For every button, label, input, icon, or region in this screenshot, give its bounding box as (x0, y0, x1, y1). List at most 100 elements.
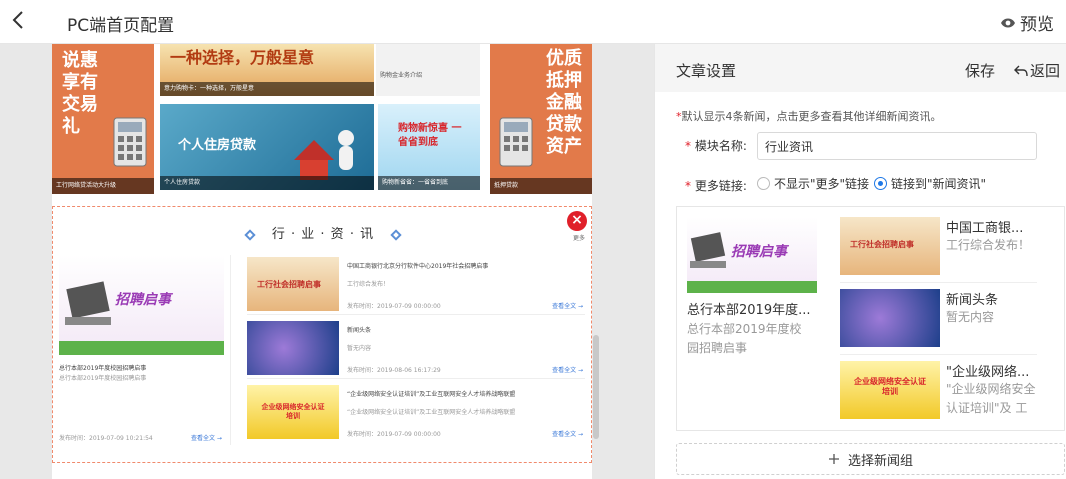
preview-list-item[interactable]: 新闻头条 暂无内容 (840, 289, 1037, 355)
canvas-scrollbar[interactable] (593, 335, 599, 439)
article-list: 工行社会招聘启事 中国工商银行北京分行软件中心2019年社会招聘启事 工行综合发… (247, 255, 585, 445)
page-title: PC端首页配置 (67, 16, 175, 36)
plus-icon (828, 454, 839, 464)
preview-list-item-title: "企业级网络... (946, 365, 1030, 380)
editor-canvas: 说惠享有交易礼 工行网络贷活动大升级 一种选择，万般星意 意力购物卡：一种选择，… (0, 44, 654, 479)
banner-tile-3-text: 购物新惊喜 一省省到底 (398, 123, 462, 148)
banner-tile-1-caption: 意力购物卡：一种选择，万般星意 (160, 82, 374, 96)
list-item-date: 发布时间：2019-08-06 16:17:29 (347, 367, 441, 374)
list-item-date: 发布时间：2019-07-09 00:00:00 (347, 303, 441, 310)
house-figure-icon (294, 130, 354, 180)
left-banner[interactable]: 说惠享有交易礼 工行网络贷活动大升级 (52, 44, 154, 194)
required-star: * (685, 179, 691, 193)
preview-label: 预览 (1020, 15, 1054, 35)
save-button[interactable]: 保存 (965, 60, 995, 81)
required-star: * (685, 139, 691, 153)
list-item-read-more-link[interactable]: 查看全文 → (552, 301, 583, 310)
banner-tile-4-caption: 购物金业务介绍 (380, 72, 423, 79)
featured-title: 总行本部2019年度校园招聘启事 (59, 365, 147, 372)
city-skyline (59, 341, 224, 355)
featured-article[interactable]: 招聘启事 总行本部2019年度校园招聘启事 总行本部2019年度校园招聘启事 发… (59, 255, 231, 445)
list-item-image: 工行社会招聘启事 (247, 257, 339, 311)
page-preview: 说惠享有交易礼 工行网络贷活动大升级 一种选择，万般星意 意力购物卡：一种选择，… (52, 44, 592, 479)
list-item-read-more-link[interactable]: 查看全文 → (552, 429, 583, 438)
preview-list-item-summary: "企业级网络安全认证培训"及 工 (946, 382, 1036, 415)
preview-list-item-banner-text: 工行社会招聘启事 (850, 240, 914, 249)
calculator-icon (113, 117, 147, 167)
list-item-summary: 暂无内容 (347, 345, 372, 352)
hint-message: 默认显示4条新闻，点击更多查看其他详细新闻资讯。 (681, 110, 942, 123)
laptop-icon (65, 281, 111, 325)
preview-list-item-image: 工行社会招聘启事 (840, 217, 940, 275)
banner-tile-3[interactable]: 购物新惊喜 一省省到底 购物新省省：一省省到底 (378, 104, 480, 190)
banner-tile-1-text: 一种选择，万般星意 (170, 48, 315, 67)
preview-button[interactable]: 预览 (1000, 10, 1054, 35)
preview-list-item[interactable]: 企业级网络安全认证培训 "企业级网络... "企业级网络安全认证培训"及 工 (840, 361, 1037, 425)
top-banner-area: 说惠享有交易礼 工行网络贷活动大升级 一种选择，万般星意 意力购物卡：一种选择，… (52, 44, 592, 194)
module-title: 行 · 业 · 资 · 讯 (53, 223, 593, 242)
select-news-group-label: 选择新闻组 (847, 453, 913, 469)
diamond-icon (244, 228, 256, 241)
banner-tile-1[interactable]: 一种选择，万般星意 意力购物卡：一种选择，万般星意 (160, 44, 374, 96)
more-link-label: * 更多链接: (685, 177, 747, 194)
module-title-text: 行 · 业 · 资 · 讯 (271, 227, 375, 242)
return-button[interactable]: 返回 (1014, 60, 1060, 81)
preview-list-item-image (840, 289, 940, 347)
banner-tile-2-caption: 个人住房贷款 (160, 176, 374, 190)
preview-featured-title: 总行本部2019年度... (687, 303, 811, 318)
calculator-icon (499, 117, 533, 167)
module-name-label-text: 模块名称: (694, 139, 747, 153)
module-preview-box: 招聘启事 总行本部2019年度... 总行本部2019年度校园招聘启事 工行社会… (676, 206, 1065, 431)
list-item-banner-text: 企业级网络安全认证培训 (261, 403, 325, 420)
panel-header: 文章设置 保存 返回 (655, 44, 1066, 92)
banner-tile-2-text: 个人住房贷款 (178, 138, 257, 153)
banner-tile-4[interactable]: 购物金业务介绍 (376, 44, 480, 96)
radio-unchecked-icon (757, 177, 770, 190)
featured-summary: 总行本部2019年度校园招聘启事 (59, 375, 147, 382)
list-item-summary: 工行综合发布！ (347, 281, 390, 288)
top-bar: PC端首页配置 预览 (0, 0, 1066, 44)
right-banner-text: 优质抵押金融贷款资产 (546, 48, 582, 157)
eye-icon (1001, 18, 1015, 27)
diamond-icon (390, 228, 402, 241)
close-icon[interactable]: × (567, 211, 587, 231)
list-item[interactable]: 新闻头条 暂无内容 发布时间：2019-08-06 16:17:29 查看全文 … (247, 319, 585, 379)
preview-list-item-title: 新闻头条 (946, 293, 999, 308)
featured-read-more-link[interactable]: 查看全文 → (191, 433, 222, 442)
list-item[interactable]: 企业级网络安全认证培训 “企业级网络安全认证培训”及工业互联网安全人才培养战略联… (247, 383, 585, 443)
back-arrow-icon[interactable] (8, 9, 30, 31)
list-item-read-more-link[interactable]: 查看全文 → (552, 365, 583, 374)
article-settings-panel: 文章设置 保存 返回 *默认显示4条新闻，点击更多查看其他详细新闻资讯。 * 模… (654, 44, 1066, 479)
module-more-link[interactable]: 更多 (573, 233, 585, 242)
radio-hide-more[interactable]: 不显示"更多"链接 (757, 175, 869, 192)
list-item[interactable]: 工行社会招聘启事 中国工商银行北京分行软件中心2019年社会招聘启事 工行综合发… (247, 255, 585, 315)
city-skyline (687, 281, 817, 293)
list-item-title: 中国工商银行北京分行软件中心2019年社会招聘启事 (347, 263, 489, 270)
preview-list-item-summary: 工行综合发布！ (946, 238, 1031, 252)
list-item-image (247, 321, 339, 375)
right-banner[interactable]: 优质抵押金融贷款资产 抵押贷款 (490, 44, 592, 194)
banner-tile-3-caption: 购物新省省：一省省到底 (378, 176, 480, 190)
select-news-group-button[interactable]: 选择新闻组 (676, 443, 1065, 475)
undo-arrow-icon (1014, 65, 1028, 76)
module-name-label: * 模块名称: (685, 137, 747, 154)
industry-news-module[interactable]: 行 · 业 · 资 · 讯 × 更多 招聘启事 总行本部2019年度校园招聘启事… (52, 206, 592, 463)
radio-checked-icon (874, 177, 887, 190)
hint-text: *默认显示4条新闻，点击更多查看其他详细新闻资讯。 (676, 108, 942, 124)
preview-featured-image: 招聘启事 (687, 217, 817, 293)
list-item-image: 企业级网络安全认证培训 (247, 385, 339, 439)
banner-tile-2[interactable]: 个人住房贷款 个人住房贷款 (160, 104, 374, 190)
preview-list-item-banner-text: 企业级网络安全认证培训 (854, 377, 926, 396)
list-item-date: 发布时间：2019-07-09 00:00:00 (347, 431, 441, 438)
module-name-input[interactable] (757, 132, 1037, 160)
radio-link-news-label: 链接到"新闻资讯" (891, 177, 987, 191)
left-banner-caption: 工行网络贷活动大升级 (52, 178, 154, 194)
radio-hide-more-label: 不显示"更多"链接 (774, 177, 870, 191)
preview-list-item[interactable]: 工行社会招聘启事 中国工商银... 工行综合发布！ (840, 217, 1037, 283)
featured-banner-text: 招聘启事 (115, 292, 171, 308)
preview-featured-summary: 总行本部2019年度校园招聘启事 (687, 322, 802, 355)
radio-link-news[interactable]: 链接到"新闻资讯" (874, 175, 986, 192)
left-banner-text: 说惠享有交易礼 (62, 50, 98, 137)
panel-title: 文章设置 (676, 62, 737, 80)
laptop-icon (690, 232, 726, 268)
